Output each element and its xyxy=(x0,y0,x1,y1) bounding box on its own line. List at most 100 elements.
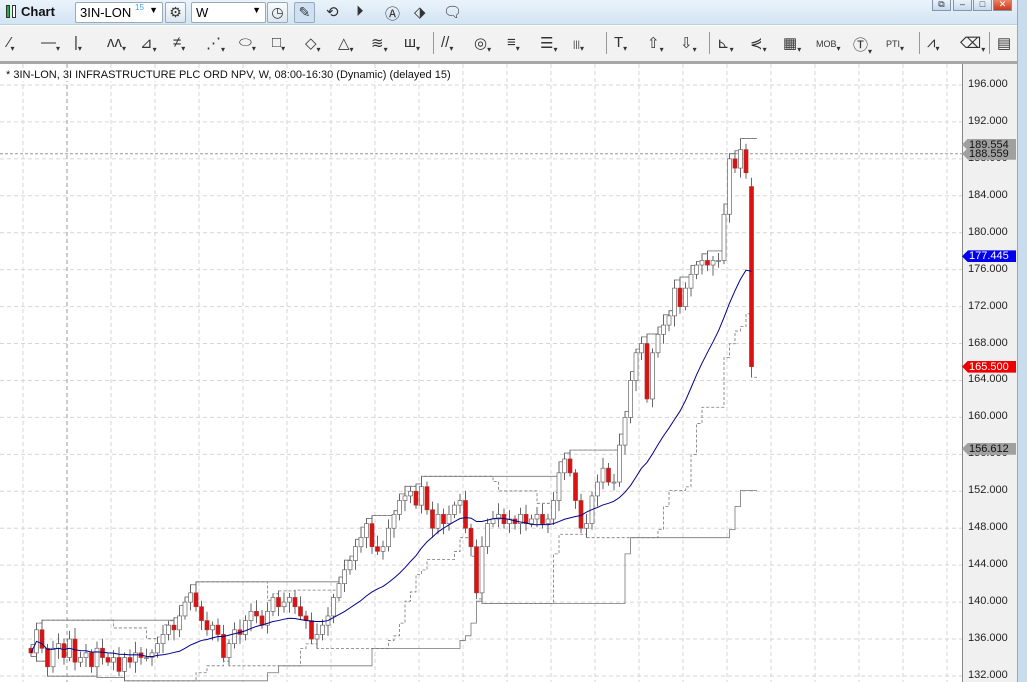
interval-select[interactable]: W ▼ xyxy=(191,2,266,23)
tool-pti[interactable]: PTI▾ xyxy=(886,34,904,53)
y-tick-label: 132.000 xyxy=(968,668,1008,681)
chevron-down-icon: ▾ xyxy=(692,45,697,54)
candle-body xyxy=(243,620,248,635)
tool-cycles[interactable]: ш▾ xyxy=(404,34,420,53)
candle-body xyxy=(226,643,232,658)
play-icon[interactable]: ⏵ xyxy=(356,3,364,20)
tool-arrow-up[interactable]: ⇧▾ xyxy=(647,34,664,54)
candle-body xyxy=(716,260,721,262)
candle-body xyxy=(644,343,650,400)
tool-polyline[interactable]: ᴧᴧ▾ xyxy=(107,34,126,53)
tool-time-zones[interactable]: |||▾ xyxy=(573,34,584,53)
candle-body xyxy=(743,149,749,174)
candle-body xyxy=(193,592,199,608)
candle-body xyxy=(562,458,567,474)
tool-fan[interactable]: ⊿▾ xyxy=(140,34,157,54)
candle-body xyxy=(705,260,710,266)
tool-grid[interactable]: ▦▾ xyxy=(783,34,801,54)
clock-icon[interactable]: ◷ xyxy=(267,2,288,23)
candle-body xyxy=(490,518,496,524)
candle-body xyxy=(419,486,424,506)
candle-body xyxy=(727,158,732,215)
toolbar-separator xyxy=(709,32,710,54)
tool-eraser[interactable]: ⌫▾ xyxy=(960,34,985,54)
chevron-down-icon: ▾ xyxy=(981,45,986,54)
chevron-down-icon: ▾ xyxy=(553,45,558,54)
candle-body xyxy=(639,343,644,354)
alert-icon[interactable]: Ⓐ xyxy=(385,3,400,24)
maximize-button[interactable]: □ xyxy=(973,0,992,11)
candle-body xyxy=(270,597,276,612)
candle-body xyxy=(287,597,292,603)
tool-tj[interactable]: Ⓣ▾ xyxy=(853,34,872,56)
tool-trend-line[interactable]: ⁄▾ xyxy=(8,34,15,53)
window-title: Chart xyxy=(21,4,55,19)
candle-body xyxy=(122,657,127,672)
tool-parallel[interactable]: ≠▾ xyxy=(173,34,185,53)
candle-body xyxy=(309,620,314,640)
close-button[interactable]: ✕ xyxy=(993,0,1012,11)
restore-button[interactable]: ⧉ xyxy=(932,0,951,11)
tool-text[interactable]: T▾ xyxy=(614,34,627,53)
tool-mob[interactable]: MOB▾ xyxy=(816,34,841,53)
tool-ellipse[interactable]: ⬭▾ xyxy=(239,34,256,53)
tool-channel[interactable]: ≋▾ xyxy=(371,34,388,54)
speed-lines-icon: ⋰ xyxy=(206,35,221,52)
symbol-select[interactable]: 3IN-LON 15 ▼ xyxy=(75,2,163,23)
link-icon[interactable]: ⬗ xyxy=(414,3,426,21)
y-tick-label: 140.000 xyxy=(968,595,1008,608)
chevron-down-icon: ▼ xyxy=(252,5,261,15)
chevron-down-icon: ▾ xyxy=(383,45,388,54)
tool-gann-fan[interactable]: ⊾▾ xyxy=(717,34,734,54)
toolbar-separator xyxy=(989,32,990,54)
indicator-icon[interactable]: ⟲ xyxy=(326,3,339,21)
candle-body xyxy=(408,490,413,497)
candle-body xyxy=(534,514,540,520)
tool-speed-lines[interactable]: ⋰▾ xyxy=(206,34,225,54)
candle-body xyxy=(199,606,204,621)
tool-arrow-down[interactable]: ⇩▾ xyxy=(680,34,697,54)
candle-body xyxy=(89,652,94,668)
settings-gear-icon[interactable]: ⚙ xyxy=(165,2,186,23)
candle-body xyxy=(402,495,408,501)
y-tick-label: 136.000 xyxy=(968,632,1008,645)
candle-body xyxy=(397,500,402,515)
eraser-icon: ⌫ xyxy=(960,35,982,52)
comment-icon[interactable]: 🗨 xyxy=(443,3,462,21)
tool-fib-lines[interactable]: //▾ xyxy=(441,34,453,53)
tool-horizontal-line[interactable]: —▾ xyxy=(41,34,60,53)
tool-notes[interactable]: ▤ xyxy=(997,34,1011,52)
arrow-up-icon: ⇧ xyxy=(647,35,660,52)
tool-rotated-rectangle[interactable]: ◇▾ xyxy=(305,34,321,54)
candle-body xyxy=(655,333,661,354)
tool-fib-extension[interactable]: ☰▾ xyxy=(540,34,557,54)
candle-body xyxy=(650,352,655,400)
candle-body xyxy=(677,287,683,307)
tool-rectangle[interactable]: □▾ xyxy=(272,34,285,53)
tool-zigzag[interactable]: ⩘▾ xyxy=(927,34,939,53)
candle-body xyxy=(628,380,633,418)
candle-body xyxy=(72,638,78,663)
y-tick-label: 148.000 xyxy=(968,521,1008,534)
chevron-down-icon: ▾ xyxy=(122,44,127,53)
tool-triangle[interactable]: △▾ xyxy=(338,34,354,54)
candle-body xyxy=(672,287,677,317)
price-chart[interactable] xyxy=(0,64,962,682)
candle-body xyxy=(215,624,221,635)
candle-body xyxy=(446,514,452,524)
tool-circles[interactable]: ◎▾ xyxy=(474,34,491,54)
candle-body xyxy=(606,467,611,483)
tool-fib-retracement[interactable]: ≡▾ xyxy=(507,34,520,53)
pencil-icon[interactable]: ✎ xyxy=(294,2,315,23)
candle-body xyxy=(188,592,193,603)
tool-andrews[interactable]: ⋞▾ xyxy=(750,34,767,54)
chevron-down-icon: ▾ xyxy=(181,44,186,53)
symbol-value: 3IN-LON xyxy=(80,5,132,20)
candle-body xyxy=(248,610,254,621)
candle-body xyxy=(721,213,727,261)
gann-fan-icon: ⊾ xyxy=(717,35,730,52)
minimize-button[interactable]: – xyxy=(953,0,972,11)
chevron-down-icon: ▾ xyxy=(77,44,82,53)
tool-vertical-line[interactable]: |▾ xyxy=(74,34,82,53)
chevron-down-icon: ▾ xyxy=(251,44,256,53)
